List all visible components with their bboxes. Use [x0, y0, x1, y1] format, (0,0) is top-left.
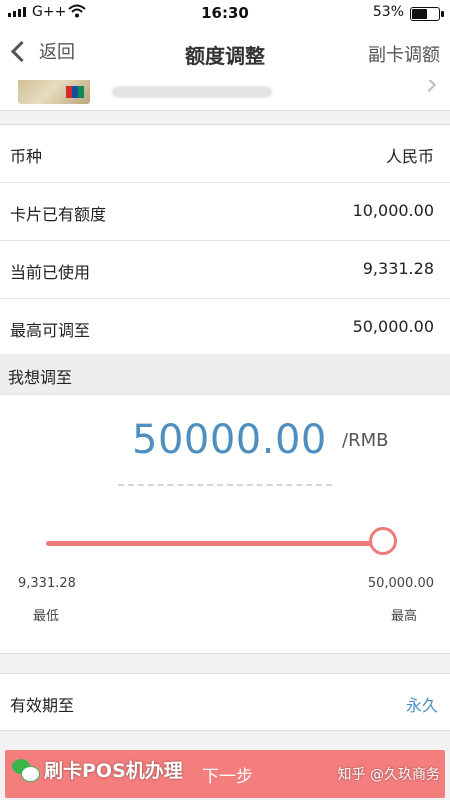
validity-label: 有效期至 [10, 696, 75, 715]
watermark-text: 刷卡POS机办理 [44, 760, 183, 782]
nav-bar: 返回 额度调整 副卡调额 [0, 26, 450, 81]
validity-value[interactable]: 永久 [406, 692, 438, 716]
slider-max-label: 最高 [390, 609, 417, 624]
amount-adjuster: 50000.00 /RMB 9,331.28 50,000.00 最低 最高 [0, 395, 450, 654]
card-number-blurred [112, 86, 272, 98]
chevron-right-icon [421, 80, 437, 93]
limit-slider-handle[interactable] [369, 527, 397, 555]
status-bar: G++ 16:30 53% [0, 0, 450, 26]
row-label: 币种 [10, 147, 43, 166]
battery-icon [410, 7, 444, 21]
source-watermark: 知乎 @久玖商务 [337, 767, 440, 783]
wechat-icon [10, 757, 40, 783]
slider-min-value: 9,331.28 [18, 576, 76, 591]
row-value: 10,000.00 [352, 201, 434, 220]
row-label: 卡片已有额度 [10, 205, 107, 224]
promo-watermark: 刷卡POS机办理 [10, 756, 183, 783]
back-button[interactable]: 返回 [8, 38, 75, 64]
target-amount-input[interactable]: 50000.00 [132, 417, 327, 463]
currency-unit: /RMB [342, 430, 389, 451]
chevron-left-icon [10, 40, 33, 62]
next-button-label: 下一步 [202, 767, 253, 787]
secondary-card-adjust-button[interactable]: 副卡调额 [368, 41, 440, 67]
row-value: 人民币 [385, 147, 434, 166]
battery-percent: 53% [372, 4, 404, 20]
row-value: 9,331.28 [362, 259, 434, 278]
slider-min-label: 最低 [33, 609, 60, 624]
row-label: 最高可调至 [10, 321, 91, 340]
limit-slider-track[interactable] [46, 541, 384, 546]
limit-info-list: 币种 人民币 卡片已有额度 10,000.00 当前已使用 9,331.28 最… [0, 124, 450, 357]
validity-row[interactable]: 有效期至 永久 [0, 673, 450, 731]
unionpay-logo [66, 86, 84, 98]
section-title: 我想调至 [8, 368, 73, 387]
adjust-section-header: 我想调至 [0, 354, 450, 395]
card-selector[interactable] [0, 80, 450, 111]
row-label: 当前已使用 [10, 263, 91, 282]
used-amount-row: 当前已使用 9,331.28 [0, 241, 450, 299]
max-adjustable-row: 最高可调至 50,000.00 [0, 299, 450, 357]
currency-row: 币种 人民币 [0, 125, 450, 183]
row-value: 50,000.00 [352, 317, 434, 336]
existing-limit-row: 卡片已有额度 10,000.00 [0, 183, 450, 241]
back-label: 返回 [39, 42, 75, 63]
amount-underline [118, 484, 332, 486]
bank-card-image [18, 80, 90, 104]
slider-max-value: 50,000.00 [367, 576, 434, 591]
